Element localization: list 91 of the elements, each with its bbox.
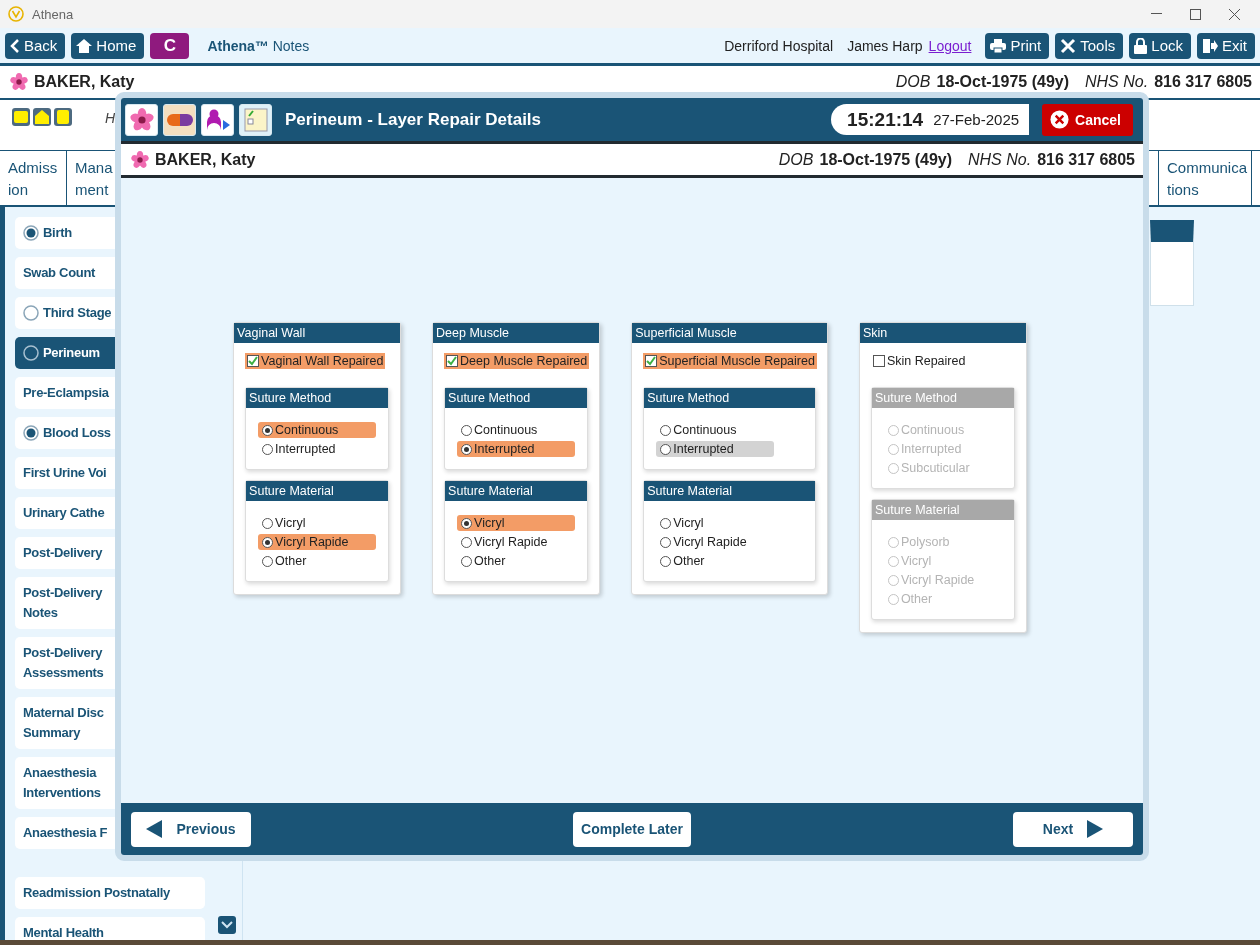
radio-option[interactable]: Interrupted bbox=[656, 441, 775, 457]
nhs-label: NHS No. bbox=[1085, 73, 1149, 91]
app-logo-icon bbox=[8, 6, 24, 22]
printer-icon bbox=[990, 38, 1007, 53]
pill-icon bbox=[166, 113, 193, 126]
dob-value: 18-Oct-1975 (49y) bbox=[819, 150, 952, 169]
chevron-left-icon bbox=[10, 38, 20, 53]
toolbar-button[interactable]: Lock bbox=[1129, 32, 1191, 59]
lock-icon bbox=[1134, 37, 1148, 54]
flower-button[interactable] bbox=[125, 103, 158, 136]
section-title: Deep Muscle bbox=[433, 323, 600, 343]
dob-value: 18-Oct-1975 (49y) bbox=[936, 73, 1069, 91]
repaired-checkbox[interactable]: Vaginal Wall Repaired bbox=[245, 353, 386, 369]
group-title: Suture Method bbox=[246, 388, 389, 408]
next-button[interactable]: Next bbox=[1013, 811, 1133, 847]
nhs-value: 816 317 6805 bbox=[1154, 73, 1252, 91]
patient-name: BAKER, Katy bbox=[155, 150, 256, 169]
nhs-label: NHS No. bbox=[968, 150, 1032, 169]
hospital-name: Derriford Hospital bbox=[724, 37, 834, 54]
info-text: H bbox=[105, 110, 116, 126]
patient-name: BAKER, Katy bbox=[34, 73, 135, 91]
sidebar-item[interactable]: Mental Health bbox=[15, 917, 205, 940]
radio-option[interactable]: Vicryl Rapide bbox=[656, 534, 775, 550]
checkmark-icon bbox=[248, 356, 259, 366]
radio-option[interactable]: Continuous bbox=[656, 422, 775, 438]
notepad-button[interactable] bbox=[239, 103, 272, 136]
exit-icon bbox=[1202, 37, 1218, 54]
close-icon bbox=[1050, 110, 1070, 129]
tab[interactable]: Communica tions bbox=[1158, 151, 1252, 205]
flower-icon bbox=[129, 107, 154, 132]
user-name: James Harp bbox=[847, 37, 923, 54]
group-title: Suture Material bbox=[871, 500, 1014, 520]
scroll-down-button[interactable] bbox=[218, 916, 236, 934]
back-button[interactable]: Back bbox=[5, 32, 66, 59]
radio-option[interactable]: Interrupted bbox=[258, 441, 377, 457]
house-icon bbox=[76, 38, 93, 53]
dob-label: DOB bbox=[778, 150, 814, 169]
chevron-down-icon bbox=[221, 921, 233, 929]
radio-option[interactable]: Vicryl bbox=[258, 515, 377, 531]
window-title: Athena bbox=[32, 6, 74, 22]
repaired-checkbox[interactable]: Superficial Muscle Repaired bbox=[643, 353, 817, 369]
radio-option[interactable]: Vicryl Rapide bbox=[457, 534, 576, 550]
checkmark-icon bbox=[447, 356, 458, 366]
c-button[interactable]: C bbox=[150, 32, 190, 59]
nhs-value: 816 317 6805 bbox=[1037, 150, 1135, 169]
radio-option[interactable]: Vicryl bbox=[656, 515, 775, 531]
toolbar-button[interactable]: Exit bbox=[1197, 32, 1255, 59]
radio-option[interactable]: Other bbox=[656, 553, 775, 569]
radio-option[interactable]: Interrupted bbox=[457, 441, 576, 457]
sidebar-item[interactable]: Readmission Postnatally bbox=[15, 877, 205, 909]
cancel-button[interactable]: Cancel bbox=[1042, 103, 1133, 136]
minimize-icon[interactable] bbox=[1151, 13, 1162, 15]
repaired-checkbox[interactable]: Skin Repaired bbox=[870, 353, 968, 369]
group-title: Suture Material bbox=[644, 481, 815, 501]
toolbar-button[interactable]: Print bbox=[985, 32, 1050, 59]
radio-option[interactable]: Vicryl Rapide bbox=[258, 534, 377, 550]
triangle-left-icon bbox=[146, 820, 163, 838]
date-text: 27-Feb-2025 bbox=[933, 111, 1020, 128]
radio-option[interactable]: Vicryl bbox=[457, 515, 576, 531]
toolbar-button[interactable]: Tools bbox=[1055, 32, 1124, 59]
group-title: Suture Material bbox=[246, 481, 389, 501]
person-arrow-icon bbox=[204, 107, 231, 132]
app-name: Athena™ Notes bbox=[207, 37, 310, 54]
home-button[interactable]: Home bbox=[71, 32, 145, 59]
section-title: Vaginal Wall bbox=[234, 323, 401, 343]
group-title: Suture Method bbox=[445, 388, 588, 408]
radio-option[interactable]: Continuous bbox=[258, 422, 377, 438]
time-text: 15:21:14 bbox=[847, 108, 924, 131]
complete-later-button[interactable]: Complete Later bbox=[573, 811, 691, 847]
person-button[interactable] bbox=[201, 103, 234, 136]
checkmark-icon bbox=[646, 356, 657, 366]
maximize-icon[interactable] bbox=[1190, 8, 1201, 20]
logout-link[interactable]: Logout bbox=[928, 37, 972, 54]
section-title: Superficial Muscle bbox=[632, 323, 827, 343]
group-title: Suture Method bbox=[871, 388, 1014, 408]
dob-label: DOB bbox=[895, 73, 931, 91]
radio-option[interactable]: Other bbox=[258, 553, 377, 569]
section-title: Skin bbox=[859, 323, 1026, 343]
close-icon[interactable] bbox=[1229, 8, 1240, 20]
dialog-title: Perineum - Layer Repair Details bbox=[285, 109, 542, 130]
previous-button[interactable]: Previous bbox=[131, 811, 251, 847]
triangle-right-icon bbox=[1087, 820, 1104, 838]
repaired-checkbox[interactable]: Deep Muscle Repaired bbox=[444, 353, 590, 369]
radio-option[interactable]: Continuous bbox=[457, 422, 576, 438]
flower-icon bbox=[10, 73, 28, 91]
group-title: Suture Method bbox=[644, 388, 815, 408]
pill-button[interactable] bbox=[163, 103, 196, 136]
radio-option[interactable]: Other bbox=[457, 553, 576, 569]
notepad-icon bbox=[242, 106, 269, 133]
group-title: Suture Material bbox=[445, 481, 588, 501]
flower-icon bbox=[131, 150, 149, 169]
